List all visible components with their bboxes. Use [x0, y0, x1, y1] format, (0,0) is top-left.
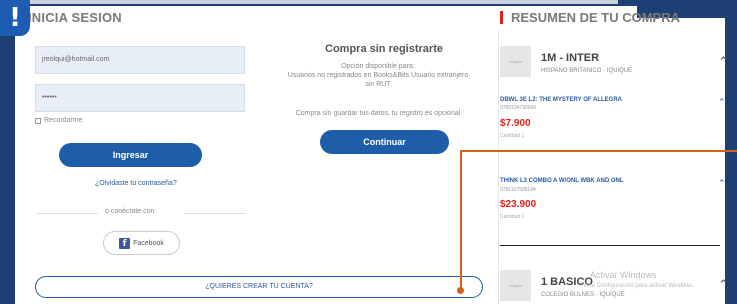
or-divider-right — [184, 213, 246, 214]
group-subtitle: HISPANO BRITANICO - IQUIQUE — [541, 68, 633, 74]
remember-label: Recordarme — [44, 117, 83, 124]
chevron-up-icon[interactable]: ⌃ — [718, 279, 729, 292]
facebook-icon: f — [119, 237, 131, 249]
group-subtitle: COLEGIO BULNES - IQUIQUE — [541, 292, 625, 298]
remember-checkbox[interactable]: Recordarme — [35, 117, 83, 124]
callout-line-horizontal — [460, 150, 737, 152]
or-connect-label: o conéctate con — [101, 208, 159, 215]
login-heading: INICIA SESION — [28, 10, 122, 25]
login-button[interactable]: Ingresar — [59, 143, 202, 167]
product-thumbnail: Imagen — [500, 46, 531, 77]
facebook-login-button[interactable]: f Facebook — [103, 231, 180, 255]
callout-line-vertical — [460, 150, 462, 290]
forgot-password-link[interactable]: ¿Olvidaste tu contraseña? — [95, 180, 177, 187]
facebook-label: Facebook — [133, 239, 164, 247]
continue-button[interactable]: Continuar — [320, 130, 449, 154]
windows-watermark-subtitle: Ve a Configuración para activar Windows. — [583, 283, 695, 289]
item-quantity: Cantidad 1 — [500, 214, 525, 220]
windows-watermark-title: Activar Windows — [590, 270, 657, 280]
create-account-button[interactable]: ¿QUIERES CREAR TU CUENTA? — [35, 276, 483, 298]
chevron-up-icon[interactable]: ⌃ — [718, 97, 726, 109]
guest-desc-line1: Opción disponible para: — [341, 63, 415, 70]
checkbox-icon[interactable] — [35, 117, 41, 124]
item-isbn: 9781107509184 — [500, 187, 536, 193]
email-input[interactable]: jreolqui@hotmail.com — [35, 46, 245, 74]
item-title: THINK L3 COMBO A W/ONL WBK AND ONL — [500, 178, 624, 184]
product-thumbnail: Imagen — [500, 270, 531, 301]
or-divider-left — [36, 213, 98, 214]
right-frame — [725, 0, 737, 304]
group-title: 1M - INTER — [541, 52, 600, 64]
summary-heading: RESUMEN DE TU COMPRA — [511, 10, 681, 25]
top-frame — [0, 0, 737, 6]
alert-icon: ! — [0, 0, 30, 36]
item-price: $23.900 — [500, 199, 537, 210]
item-title: DBWL 3E L2: THE MYSTERY OF ALLEGRA — [500, 97, 623, 103]
left-frame — [0, 0, 15, 304]
chevron-up-icon[interactable]: ⌃ — [718, 178, 726, 190]
item-quantity: Cantidad 1 — [500, 133, 525, 139]
guest-note: Compra sin guardar tus datos, tu registr… — [295, 110, 461, 117]
summary-heading-wrap: RESUMEN DE TU COMPRA — [500, 10, 680, 25]
top-frame-inner — [28, 0, 618, 4]
guest-description: Opción disponible para: Usuarios no regi… — [262, 62, 494, 89]
item-isbn: 9780194790666 — [500, 105, 537, 111]
guest-title: Compra sin registrarte — [325, 43, 443, 55]
guest-desc-line3: sin RUT — [365, 81, 391, 88]
chevron-up-icon[interactable]: ⌃ — [718, 56, 729, 69]
callout-dot — [457, 287, 464, 294]
item-price: $7.900 — [500, 118, 531, 129]
column-divider — [498, 30, 499, 304]
guest-desc-line2: Usuarios no registrados en Books&Bits Us… — [287, 72, 469, 79]
heading-accent-bar — [500, 11, 503, 24]
summary-separator — [500, 245, 720, 246]
password-input[interactable]: •••••• — [35, 84, 245, 112]
